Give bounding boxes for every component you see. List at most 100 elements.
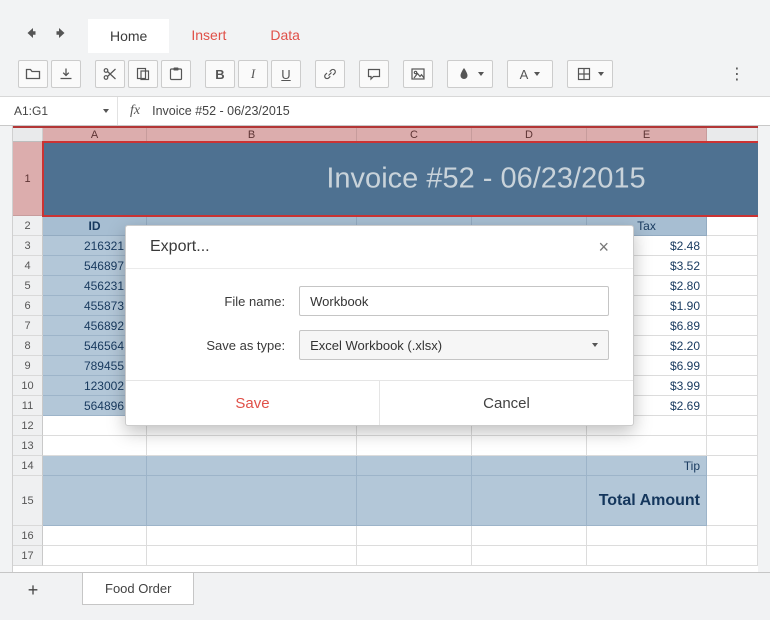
row-header-9[interactable]: 9 <box>13 356 43 376</box>
overflow-menu-button[interactable]: ⋮ <box>722 60 752 88</box>
row-header-13[interactable]: 13 <box>13 436 43 456</box>
banner-cell[interactable]: Invoice #52 - 06/23/2015 <box>43 142 758 216</box>
cell[interactable] <box>707 416 758 436</box>
cell[interactable] <box>707 476 758 526</box>
undo-button[interactable] <box>20 24 42 42</box>
chevron-down-icon <box>534 72 541 76</box>
borders-button[interactable] <box>567 60 613 88</box>
cell-tip-label[interactable]: Tip <box>587 456 707 476</box>
open-button[interactable] <box>18 60 48 88</box>
close-icon[interactable]: × <box>592 237 615 257</box>
cell[interactable] <box>587 436 707 456</box>
cell[interactable] <box>587 546 707 566</box>
row-header-15[interactable]: 15 <box>13 476 43 526</box>
italic-button[interactable]: I <box>238 60 268 88</box>
cell[interactable] <box>43 476 147 526</box>
paste-button[interactable] <box>161 60 191 88</box>
select-all-corner[interactable] <box>13 128 43 142</box>
row-header-7[interactable]: 7 <box>13 316 43 336</box>
row-header-3[interactable]: 3 <box>13 236 43 256</box>
cell[interactable] <box>147 526 357 546</box>
cell[interactable] <box>357 526 472 546</box>
cell[interactable] <box>707 436 758 456</box>
cell[interactable] <box>43 546 147 566</box>
row-header-8[interactable]: 8 <box>13 336 43 356</box>
cell[interactable] <box>707 396 758 416</box>
name-box[interactable]: A1:G1 <box>0 97 118 125</box>
save-button[interactable]: Save <box>126 381 380 425</box>
cell[interactable] <box>472 436 587 456</box>
cancel-button[interactable]: Cancel <box>380 381 633 425</box>
cell[interactable] <box>357 546 472 566</box>
cell[interactable] <box>707 546 758 566</box>
cell[interactable] <box>147 476 357 526</box>
cell[interactable] <box>472 526 587 546</box>
undo-arrow-icon <box>23 25 39 41</box>
save-as-type-dropdown[interactable]: Excel Workbook (.xlsx) <box>299 330 609 360</box>
row-header-12[interactable]: 12 <box>13 416 43 436</box>
cell[interactable] <box>43 526 147 546</box>
cell[interactable] <box>147 546 357 566</box>
bold-button[interactable]: B <box>205 60 235 88</box>
cell[interactable] <box>707 356 758 376</box>
cell[interactable] <box>43 436 147 456</box>
column-header-c[interactable]: C <box>357 128 472 142</box>
cell-total-label[interactable]: Total Amount <box>587 476 707 526</box>
cell[interactable] <box>707 256 758 276</box>
column-header-b[interactable]: B <box>147 128 357 142</box>
row-header-2[interactable]: 2 <box>13 216 43 236</box>
underline-button[interactable]: U <box>271 60 301 88</box>
export-button[interactable] <box>51 60 81 88</box>
cell[interactable] <box>357 476 472 526</box>
cell[interactable] <box>357 436 472 456</box>
fill-color-button[interactable] <box>447 60 493 88</box>
cell[interactable] <box>707 376 758 396</box>
row-header-5[interactable]: 5 <box>13 276 43 296</box>
add-sheet-button[interactable]: + <box>20 577 46 603</box>
formula-input[interactable]: Invoice #52 - 06/23/2015 <box>152 104 290 118</box>
column-header-e[interactable]: E <box>587 128 707 142</box>
insert-image-button[interactable] <box>403 60 433 88</box>
cell[interactable] <box>472 476 587 526</box>
cell[interactable] <box>147 436 357 456</box>
copy-button[interactable] <box>128 60 158 88</box>
cell[interactable] <box>707 216 758 236</box>
row-header-10[interactable]: 10 <box>13 376 43 396</box>
cell[interactable] <box>707 296 758 316</box>
link-button[interactable] <box>315 60 345 88</box>
column-header-d[interactable]: D <box>472 128 587 142</box>
cell[interactable] <box>707 316 758 336</box>
cell[interactable] <box>43 456 147 476</box>
cell[interactable] <box>707 336 758 356</box>
redo-button[interactable] <box>50 24 72 42</box>
tab-data[interactable]: Data <box>248 18 322 52</box>
tab-insert[interactable]: Insert <box>169 18 248 52</box>
text-color-button[interactable]: A <box>507 60 553 88</box>
cell[interactable] <box>357 456 472 476</box>
chevron-down-icon <box>598 72 604 76</box>
row-header-4[interactable]: 4 <box>13 256 43 276</box>
cell[interactable] <box>472 546 587 566</box>
cell[interactable] <box>587 526 707 546</box>
cell[interactable] <box>147 456 357 476</box>
row-header-6[interactable]: 6 <box>13 296 43 316</box>
chevron-down-icon <box>478 72 484 76</box>
row-header-17[interactable]: 17 <box>13 546 43 566</box>
cell[interactable] <box>707 456 758 476</box>
comment-button[interactable] <box>359 60 389 88</box>
cut-button[interactable] <box>95 60 125 88</box>
row-1: Invoice #52 - 06/23/2015 <box>43 142 758 216</box>
row-header-11[interactable]: 11 <box>13 396 43 416</box>
row-header-1[interactable]: 1 <box>13 142 43 216</box>
sheet-tab-food-order[interactable]: Food Order <box>82 573 195 605</box>
row-header-14[interactable]: 14 <box>13 456 43 476</box>
export-dialog: Export... × File name: Save as type: Exc… <box>125 225 634 426</box>
cell[interactable] <box>707 236 758 256</box>
column-header-a[interactable]: A <box>43 128 147 142</box>
cell[interactable] <box>707 276 758 296</box>
row-header-16[interactable]: 16 <box>13 526 43 546</box>
cell[interactable] <box>707 526 758 546</box>
cell[interactable] <box>472 456 587 476</box>
file-name-input[interactable] <box>299 286 609 316</box>
tab-home[interactable]: Home <box>88 19 170 53</box>
